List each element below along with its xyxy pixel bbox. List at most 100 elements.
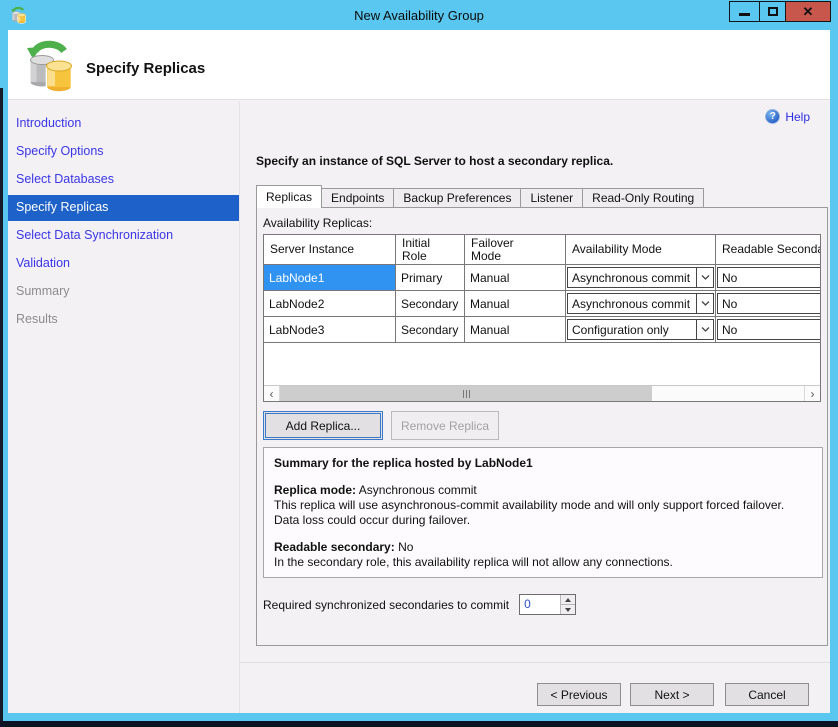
- summary-title: Summary for the replica hosted by LabNod…: [274, 456, 812, 471]
- column-header-server-instance: Server Instance: [264, 235, 396, 265]
- availability-mode-select[interactable]: Asynchronous commit: [567, 293, 714, 314]
- spinner-value[interactable]: 0: [520, 595, 560, 614]
- database-sync-icon: [24, 38, 78, 94]
- table-row[interactable]: LabNode2SecondaryManualAsynchronous comm…: [264, 291, 820, 317]
- spinner-up-button[interactable]: [561, 595, 575, 605]
- remove-replica-button: Remove Replica: [391, 411, 499, 440]
- spinner-down-button[interactable]: [561, 605, 575, 614]
- new-availability-group-window: New Availability Group ✕ Specify Replica…: [0, 0, 838, 727]
- maximize-icon: [768, 7, 778, 16]
- table-row[interactable]: LabNode1PrimaryManualAsynchronous commit…: [264, 265, 820, 291]
- table-row[interactable]: LabNode3SecondaryManualConfiguration onl…: [264, 317, 820, 343]
- readable-secondary-cell: No: [716, 291, 820, 317]
- sidebar-item-specify-replicas[interactable]: Specify Replicas: [8, 195, 239, 221]
- help-icon: ?: [765, 109, 780, 124]
- chevron-up-icon: [565, 598, 571, 602]
- window-title: New Availability Group: [0, 8, 838, 23]
- readable-secondary-select[interactable]: No: [717, 293, 820, 314]
- cancel-button[interactable]: Cancel: [725, 683, 809, 706]
- initial-role-cell: Secondary: [396, 317, 465, 343]
- instruction-text: Specify an instance of SQL Server to hos…: [256, 154, 613, 168]
- table-empty-area: [264, 343, 820, 385]
- column-header-failover-mode: Failover Mode: [465, 235, 566, 265]
- readable-secondary-block: Readable secondary: No In the secondary …: [274, 540, 812, 570]
- readable-secondary-select[interactable]: No: [717, 267, 820, 288]
- horizontal-scrollbar[interactable]: ‹ ›: [264, 385, 820, 401]
- scrollbar-track[interactable]: [280, 386, 804, 401]
- table-header-row: Server Instance Initial Role Failover Mo…: [264, 235, 820, 265]
- tab-strip: ReplicasEndpointsBackup PreferencesListe…: [256, 185, 704, 208]
- page-title: Specify Replicas: [86, 60, 205, 77]
- previous-button[interactable]: < Previous: [537, 683, 621, 706]
- commit-secondaries-spinner[interactable]: 0: [519, 594, 576, 615]
- server-instance-cell[interactable]: LabNode3: [264, 317, 396, 343]
- replica-mode-block: Replica mode: Asynchronous commit This r…: [274, 483, 812, 528]
- initial-role-cell: Secondary: [396, 291, 465, 317]
- replica-buttons-row: Add Replica... Remove Replica: [263, 411, 827, 440]
- wizard-footer: < Previous Next > Cancel: [240, 662, 830, 713]
- sidebar-item-specify-options[interactable]: Specify Options: [8, 139, 239, 165]
- scroll-right-arrow-icon[interactable]: ›: [804, 386, 820, 401]
- wizard-header: Specify Replicas: [8, 30, 830, 100]
- sidebar-item-select-databases[interactable]: Select Databases: [8, 167, 239, 193]
- tab-read-only-routing[interactable]: Read-Only Routing: [583, 188, 704, 208]
- chevron-down-icon: [696, 268, 713, 287]
- availability-replicas-table: Server Instance Initial Role Failover Mo…: [263, 234, 821, 402]
- failover-mode-cell: Manual: [465, 265, 566, 291]
- spinner-buttons: [560, 595, 575, 614]
- replica-summary-box: Summary for the replica hosted by LabNod…: [263, 447, 823, 578]
- close-button[interactable]: ✕: [785, 1, 831, 22]
- tab-endpoints[interactable]: Endpoints: [322, 188, 394, 208]
- availability-mode-select[interactable]: Configuration only: [567, 319, 714, 340]
- commit-spinner-row: Required synchronized secondaries to com…: [263, 594, 827, 615]
- sidebar-item-select-data-synchronization[interactable]: Select Data Synchronization: [8, 223, 239, 249]
- column-header-readable-secondary: Readable Secondary: [716, 235, 820, 265]
- availability-mode-cell: Asynchronous commit: [566, 265, 716, 291]
- column-header-initial-role: Initial Role: [396, 235, 465, 265]
- titlebar[interactable]: New Availability Group ✕: [0, 0, 838, 30]
- sidebar-item-introduction[interactable]: Introduction: [8, 111, 239, 137]
- add-replica-button[interactable]: Add Replica...: [263, 411, 383, 440]
- availability-mode-select[interactable]: Asynchronous commit: [567, 267, 714, 288]
- chevron-down-icon: [696, 294, 713, 313]
- sidebar-item-results: Results: [8, 307, 239, 333]
- minimize-button[interactable]: [729, 1, 760, 22]
- wizard-nav: IntroductionSpecify OptionsSelect Databa…: [8, 101, 240, 713]
- availability-mode-cell: Asynchronous commit: [566, 291, 716, 317]
- scrollbar-thumb[interactable]: [280, 386, 652, 401]
- replica-mode-value: Asynchronous commit: [359, 483, 477, 497]
- availability-mode-cell: Configuration only: [566, 317, 716, 343]
- server-instance-cell[interactable]: LabNode1: [264, 265, 396, 291]
- tab-backup-preferences[interactable]: Backup Preferences: [394, 188, 521, 208]
- readable-secondary-select[interactable]: No: [717, 319, 820, 340]
- wizard-dialog: Specify Replicas IntroductionSpecify Opt…: [8, 30, 830, 713]
- column-header-availability-mode: Availability Mode: [566, 235, 716, 265]
- replica-mode-description: This replica will use asynchronous-commi…: [274, 498, 812, 528]
- initial-role-cell: Primary: [396, 265, 465, 291]
- readable-secondary-cell: No: [716, 265, 820, 291]
- chevron-down-icon: [565, 608, 571, 612]
- desktop-edge: [0, 88, 3, 721]
- availability-replicas-label: Availability Replicas:: [263, 216, 827, 230]
- window-controls: ✕: [730, 1, 831, 22]
- sidebar-item-validation[interactable]: Validation: [8, 251, 239, 277]
- help-link[interactable]: ? Help: [765, 109, 810, 124]
- readable-secondary-description: In the secondary role, this availability…: [274, 555, 812, 570]
- failover-mode-cell: Manual: [465, 317, 566, 343]
- server-instance-cell[interactable]: LabNode2: [264, 291, 396, 317]
- next-button[interactable]: Next >: [630, 683, 714, 706]
- readable-secondary-cell: No: [716, 317, 820, 343]
- help-label: Help: [785, 110, 810, 124]
- scroll-left-arrow-icon[interactable]: ‹: [264, 386, 280, 401]
- replicas-table-body: LabNode1PrimaryManualAsynchronous commit…: [264, 265, 820, 343]
- main-content: ? Help Specify an instance of SQL Server…: [240, 101, 830, 662]
- readable-secondary-label: Readable secondary:: [274, 540, 395, 554]
- close-icon: ✕: [803, 5, 814, 18]
- commit-secondaries-label: Required synchronized secondaries to com…: [263, 598, 509, 612]
- tab-replicas[interactable]: Replicas: [256, 185, 322, 208]
- window-frame: New Availability Group ✕ Specify Replica…: [0, 0, 838, 721]
- readable-secondary-value: No: [398, 540, 413, 554]
- maximize-button[interactable]: [759, 1, 786, 22]
- failover-mode-cell: Manual: [465, 291, 566, 317]
- tab-listener[interactable]: Listener: [521, 188, 583, 208]
